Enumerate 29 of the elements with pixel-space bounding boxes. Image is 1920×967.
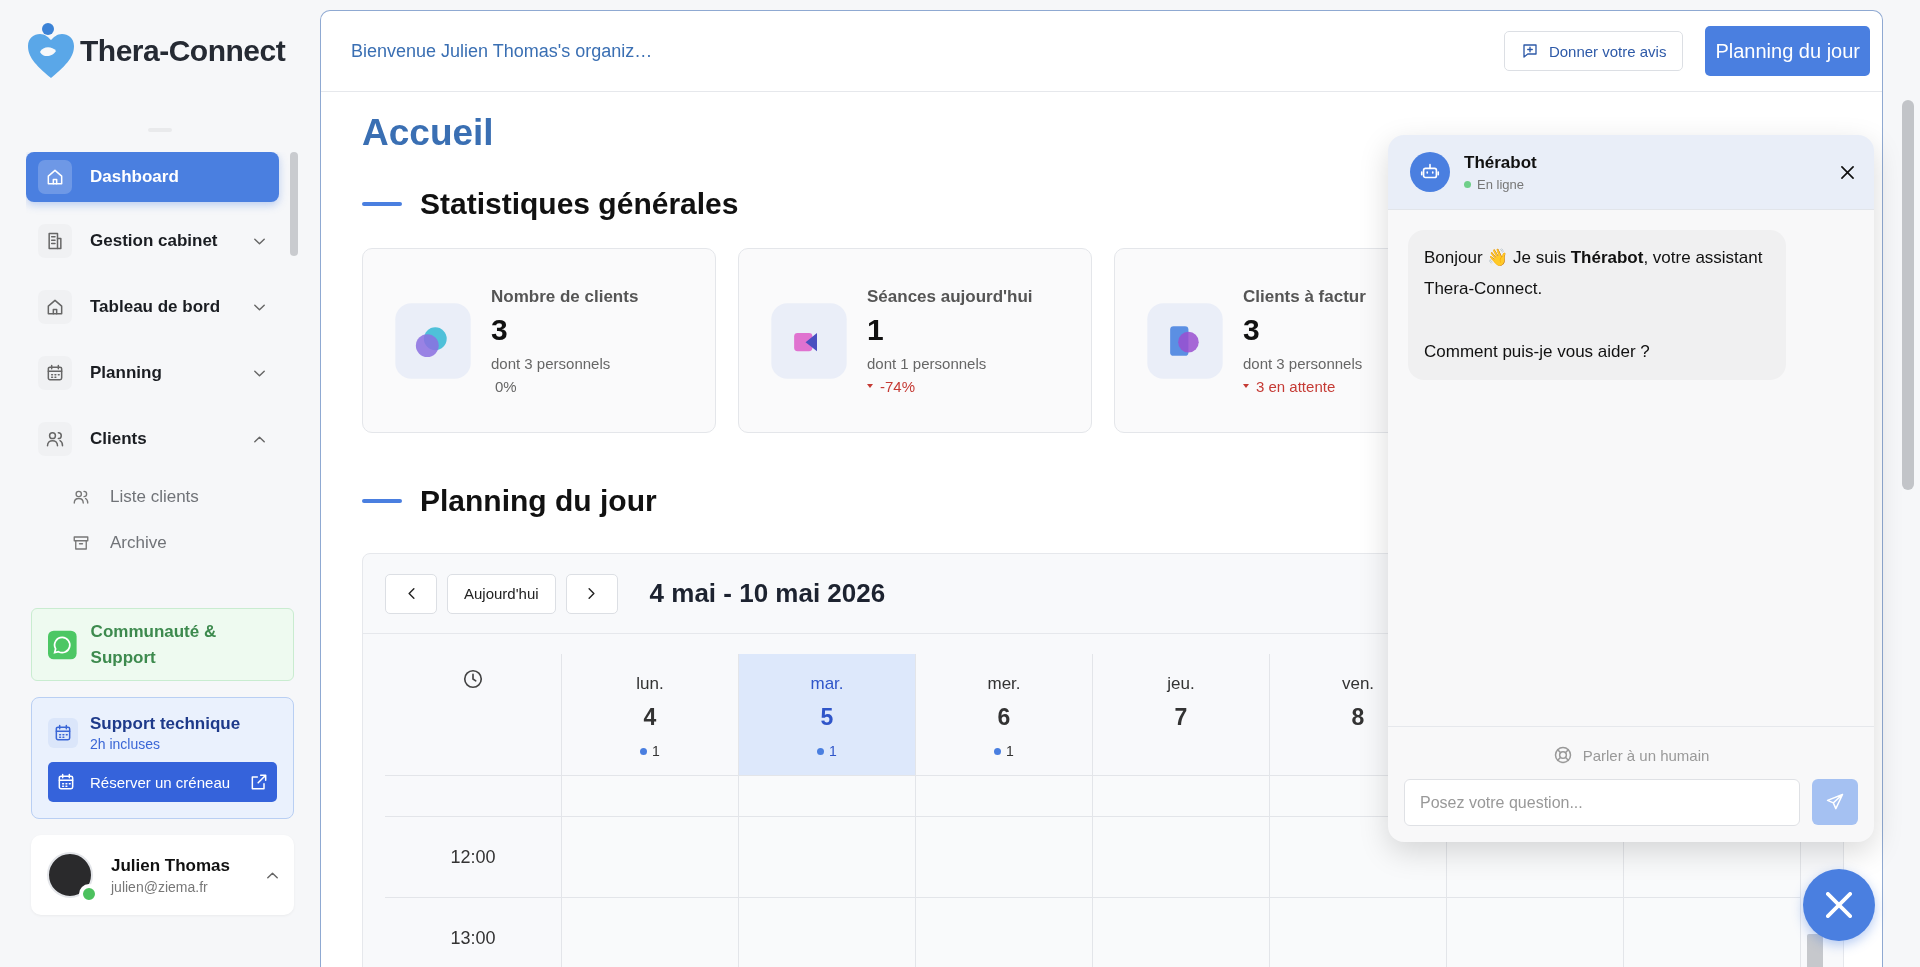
stat-detail: dont 3 personnels (491, 354, 612, 372)
event-count: 1 (829, 743, 837, 759)
chat-message: Bonjour 👋 Je suis Thérabot, votre assistant Thera-Connect. Comment puis-je vous aider ? (1408, 230, 1786, 380)
stat-detail: dont 3 personnels (1243, 354, 1364, 372)
app-logo-text: Thera-Connect (80, 34, 286, 68)
event-count: 1 (652, 743, 660, 759)
status-text: En ligne (1477, 176, 1524, 192)
stat-label: Séances aujourd'hui (867, 286, 1033, 307)
stat-value: 1 (867, 312, 885, 347)
section-title: Statistiques générales (420, 187, 739, 221)
stat-trend: 0% (494, 377, 518, 395)
section-title: Planning du jour (420, 484, 657, 518)
user-name: Julien Thomas (111, 855, 232, 876)
stat-trend: -74% (867, 377, 1033, 395)
support-title: Support technique (90, 714, 241, 734)
time-label: 13:00 (450, 927, 496, 949)
stat-detail: dont 1 personnels (867, 354, 988, 372)
stat-value: 3 (491, 312, 509, 347)
time-label: 12:00 (450, 846, 496, 868)
welcome-text: Bienvenue Julien Thomas's organiz… (351, 40, 653, 62)
support-subtitle: 2h incluses (90, 736, 162, 752)
date-range: 4 mai - 10 mai 2026 (649, 578, 886, 609)
stat-value: 3 (1243, 312, 1261, 347)
event-count: 1 (1006, 743, 1014, 759)
stat-label: Clients à factur (1243, 286, 1366, 307)
user-email: julien@ziema.fr (111, 878, 209, 895)
stat-label: Nombre de clients (491, 286, 639, 307)
stat-trend: 3 en attente (1243, 377, 1366, 395)
chat-title: Thérabot (1464, 152, 1538, 173)
